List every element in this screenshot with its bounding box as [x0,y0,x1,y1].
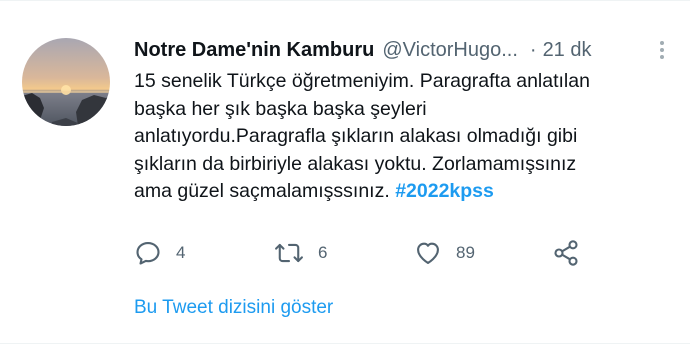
separator-dot: · [529,38,537,61]
more-vertical-icon [660,41,664,59]
show-thread-link[interactable]: Bu Tweet dizisini göster [134,297,333,319]
tweet-card[interactable]: Notre Dame'nin Kamburu @VictorHugo... · … [0,0,690,344]
more-options-button[interactable] [652,36,672,64]
hashtag-link[interactable]: #2022kpss [395,180,494,202]
tweet-text-line: anlatıyordu.Paragrafla şıkların alakası … [134,125,578,147]
user-handle[interactable]: @VictorHugo... [382,39,518,62]
tweet-text-line-last: ama güzel saçmalamışssınız. #2022kpss [134,178,664,206]
reply-count: 4 [176,243,186,262]
like-button[interactable]: 89 [414,237,475,269]
retweet-count: 6 [318,243,328,262]
retweet-button[interactable]: 6 [274,237,327,269]
reply-icon [136,242,160,265]
avatar[interactable] [22,38,110,126]
reply-button[interactable]: 4 [134,237,185,269]
share-button[interactable] [552,237,580,269]
heart-icon [417,242,439,264]
tweet-text-segment: ama güzel saçmalamışssınız. [134,180,396,202]
avatar-sunset-image [22,38,110,126]
tweet-timestamp[interactable]: 21 dk [543,39,592,62]
retweet-icon [275,243,303,263]
like-count: 89 [456,243,475,262]
tweet-text: 15 senelik Türkçe öğretmeniyim. Paragraf… [134,68,664,206]
display-name[interactable]: Notre Dame'nin Kamburu [134,39,374,62]
tweet-text-line: başka her şık başka başka şeyleri [134,97,427,120]
tweet-content: Notre Dame'nin Kamburu @VictorHugo... · … [134,36,664,206]
tweet-text-line: 15 senelik Türkçe öğretmeniyim. Paragraf… [134,70,590,92]
tweet-actions-bar: 4 6 89 [134,237,594,269]
tweet-text-line: şıkların da birbiriyle alakası yoktu. Zo… [134,152,577,175]
share-icon [554,240,578,266]
tweet-header: Notre Dame'nin Kamburu @VictorHugo... · … [134,36,664,64]
